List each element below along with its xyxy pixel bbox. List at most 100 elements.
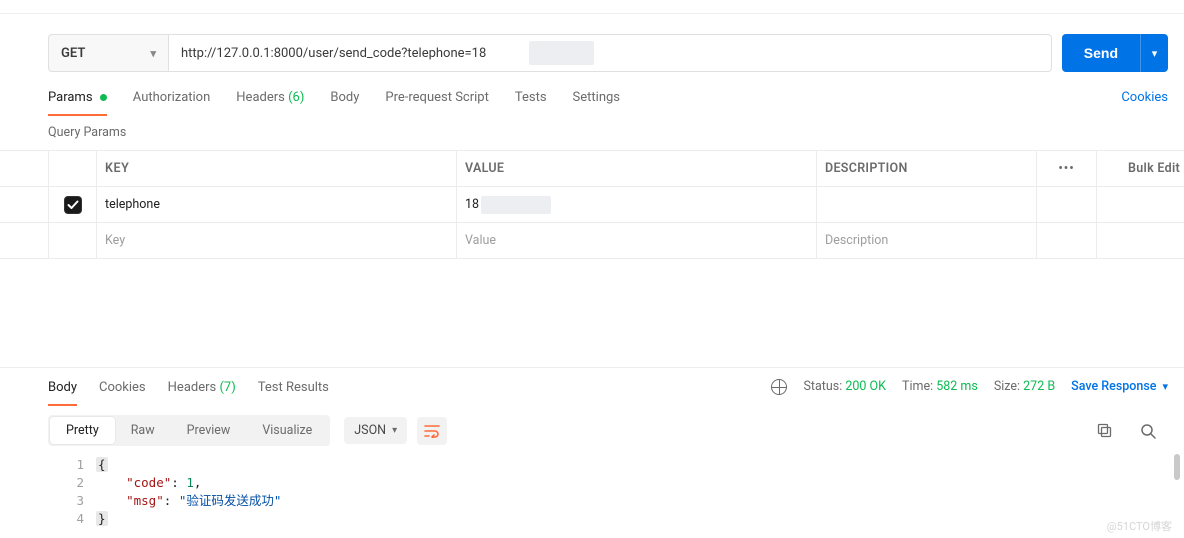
- copy-icon[interactable]: [1096, 423, 1112, 439]
- params-table: KEY VALUE DESCRIPTION ••• Bulk Edit tele…: [0, 150, 1184, 259]
- value-text: 18: [465, 197, 479, 212]
- bulk-edit-button[interactable]: Bulk Edit: [1096, 151, 1184, 186]
- checkbox-header: [48, 151, 96, 186]
- format-selector[interactable]: JSON ▾: [344, 417, 407, 444]
- value-placeholder: Value: [465, 233, 496, 248]
- tab-params[interactable]: Params: [48, 90, 107, 115]
- status-readout: Status: 200 OK: [803, 379, 886, 394]
- tab-label: Test Results: [258, 380, 329, 395]
- tab-tests[interactable]: Tests: [515, 90, 547, 115]
- view-pretty[interactable]: Pretty: [50, 417, 115, 444]
- dot-indicator-icon: [100, 94, 107, 101]
- tab-label: Body: [48, 380, 77, 395]
- tab-body[interactable]: Body: [330, 90, 359, 115]
- spacer-cell: [1096, 187, 1184, 222]
- send-options-button[interactable]: ▾: [1140, 34, 1168, 72]
- key-placeholder: Key: [105, 233, 125, 248]
- tab-label: Pre-request Script: [385, 90, 488, 105]
- params-header-row: KEY VALUE DESCRIPTION ••• Bulk Edit: [0, 151, 1184, 187]
- globe-icon[interactable]: [771, 379, 787, 395]
- key-cell[interactable]: telephone: [96, 187, 456, 222]
- code-text: { "code": 1, "msg": "验证码发送成功" }: [96, 454, 1168, 538]
- tab-label: Settings: [573, 90, 620, 105]
- tab-authorization[interactable]: Authorization: [133, 90, 211, 115]
- tab-label: Authorization: [133, 90, 211, 105]
- value-header: VALUE: [456, 151, 816, 186]
- send-button[interactable]: Send: [1062, 34, 1140, 72]
- checkbox-checked-icon: [64, 196, 82, 214]
- search-icon[interactable]: [1140, 423, 1156, 439]
- spacer-cell: [1036, 187, 1096, 222]
- chevron-down-icon: ▾: [392, 425, 397, 436]
- line-number: 4: [48, 510, 84, 528]
- response-tabbar: Body Cookies Headers (7) Test Results St…: [0, 367, 1184, 405]
- url-text: http://127.0.0.1:8000/user/send_code?tel…: [181, 46, 486, 61]
- wrap-lines-button[interactable]: [417, 417, 447, 445]
- view-preview[interactable]: Preview: [171, 417, 247, 444]
- status-value: 200 OK: [845, 379, 886, 394]
- time-value: 582 ms: [936, 379, 978, 394]
- gutter-cell: [0, 187, 48, 222]
- key-header: KEY: [96, 151, 456, 186]
- size-readout: Size: 272 B: [994, 379, 1055, 394]
- tab-label: Tests: [515, 90, 547, 105]
- gutter-cell: [0, 151, 48, 186]
- tab-label: Body: [330, 90, 359, 105]
- response-toolbar: Pretty Raw Preview Visualize JSON ▾: [0, 405, 1184, 454]
- save-response-button[interactable]: Save Response ▾: [1071, 379, 1168, 394]
- tab-headers[interactable]: Headers (6): [236, 90, 304, 115]
- json-key: "code": [126, 475, 171, 490]
- url-input[interactable]: http://127.0.0.1:8000/user/send_code?tel…: [168, 34, 1052, 72]
- resp-tab-body[interactable]: Body: [48, 368, 77, 405]
- header-count: (6): [288, 90, 304, 105]
- description-cell[interactable]: Description: [816, 223, 1036, 258]
- resp-tab-cookies[interactable]: Cookies: [99, 368, 146, 405]
- status-label: Status:: [803, 379, 842, 394]
- more-options-button[interactable]: •••: [1036, 151, 1096, 186]
- view-raw[interactable]: Raw: [115, 417, 171, 444]
- description-cell[interactable]: [816, 187, 1036, 222]
- tab-prerequest[interactable]: Pre-request Script: [385, 90, 488, 115]
- chevron-down-icon: ▾: [1152, 47, 1158, 60]
- view-visualize[interactable]: Visualize: [246, 417, 328, 444]
- json-value: 1: [186, 475, 194, 490]
- table-row: telephone 18: [0, 187, 1184, 223]
- tab-label: Params: [48, 90, 93, 105]
- row-checkbox-cell[interactable]: [48, 187, 96, 222]
- key-cell[interactable]: Key: [96, 223, 456, 258]
- request-url-bar: GET ▾ http://127.0.0.1:8000/user/send_co…: [0, 14, 1184, 90]
- request-tabs: Params Authorization Headers (6) Body Pr…: [0, 90, 1184, 115]
- resp-tab-testresults[interactable]: Test Results: [258, 368, 329, 405]
- size-label: Size:: [994, 379, 1020, 394]
- spacer-cell: [1096, 223, 1184, 258]
- gutter-cell: [0, 223, 48, 258]
- cookies-link[interactable]: Cookies: [1121, 90, 1168, 115]
- scrollbar-thumb[interactable]: [1174, 454, 1180, 480]
- value-cell[interactable]: Value: [456, 223, 816, 258]
- line-number: 2: [48, 474, 84, 492]
- send-button-group: Send ▾: [1062, 34, 1168, 72]
- line-gutter: 1 2 3 4: [48, 454, 84, 538]
- time-label: Time:: [902, 379, 933, 394]
- query-params-title: Query Params: [0, 115, 1184, 150]
- key-text: telephone: [105, 197, 160, 212]
- spacer-cell: [1036, 223, 1096, 258]
- view-mode-group: Pretty Raw Preview Visualize: [48, 415, 330, 446]
- method-label: GET: [61, 46, 85, 61]
- method-selector[interactable]: GET ▾: [48, 34, 168, 72]
- value-cell[interactable]: 18: [456, 187, 816, 222]
- response-body[interactable]: 1 2 3 4 { "code": 1, "msg": "验证码发送成功" }: [0, 454, 1184, 538]
- tab-settings[interactable]: Settings: [573, 90, 620, 115]
- watermark: @51CTO博客: [1107, 518, 1172, 534]
- line-number: 1: [48, 456, 84, 474]
- chevron-down-icon: ▾: [150, 47, 156, 60]
- redaction-box: [481, 196, 551, 214]
- tab-label: Headers: [168, 380, 217, 395]
- resp-tab-headers[interactable]: Headers (7): [168, 368, 236, 405]
- description-header: DESCRIPTION: [816, 151, 1036, 186]
- size-value: 272 B: [1023, 379, 1055, 394]
- spacer: [0, 259, 1184, 367]
- row-checkbox-cell[interactable]: [48, 223, 96, 258]
- redaction-box: [529, 41, 594, 65]
- table-row-empty: Key Value Description: [0, 223, 1184, 259]
